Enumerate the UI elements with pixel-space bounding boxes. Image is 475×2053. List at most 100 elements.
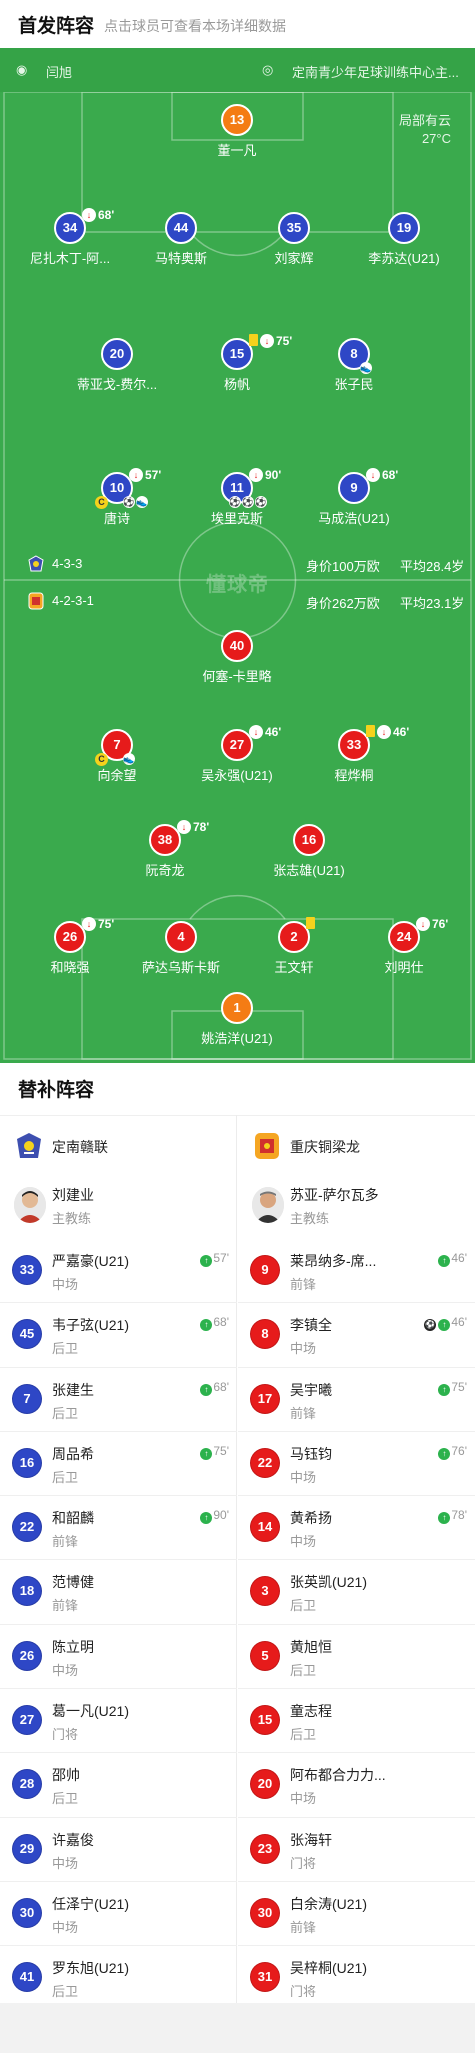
sub-player-row[interactable]: 27 葛一凡(U21) 门将 (0, 1689, 237, 1752)
sub-player-row[interactable]: 9 莱昂纳多-席... 前锋 ↑ 46' (238, 1239, 475, 1302)
player-home-44[interactable]: 44 马特奥斯 (121, 212, 241, 267)
player-position: 前锋 (290, 1405, 317, 1421)
player-number: 45 (12, 1319, 42, 1350)
sub-player-row[interactable]: 31 吴梓桐(U21) 门将 (238, 1946, 475, 2009)
home-team-header[interactable]: 定南赣联 (0, 1115, 237, 1175)
assist-icon: 👟 (136, 496, 148, 508)
player-home-35[interactable]: 35 刘家辉 (234, 212, 354, 267)
event-icons: 👟 (360, 362, 373, 375)
sub-player-row[interactable]: 33 严嘉豪(U21) 中场 ↑ 57' (0, 1239, 237, 1302)
player-name: 张建生 (52, 1381, 94, 1398)
player-number: 29 (12, 1833, 42, 1864)
player-number: 31 (250, 1962, 280, 1993)
player-home-11[interactable]: 11 ↓ 90' ⚽ ⚽ ⚽ 埃里克斯 (177, 468, 297, 527)
player-away-40[interactable]: 40 何塞-卡里略 (177, 630, 297, 685)
avatar (252, 1187, 284, 1223)
player-name: 张英凯(U21) (290, 1574, 368, 1591)
sub-player-row[interactable]: 17 吴宇曦 前锋 ↑ 75' (238, 1368, 475, 1431)
player-home-10[interactable]: 10 ↓ 57' C ⚽ 👟 唐诗 (57, 468, 177, 527)
player-away-16[interactable]: 16 张志雄(U21) (249, 824, 369, 879)
sub-player-row[interactable]: 5 黄旭恒 后卫 (238, 1625, 475, 1688)
player-name: 任泽宁(U21) (52, 1895, 130, 1912)
player-number: 28 (12, 1769, 42, 1800)
sub-in-icon: ↑ (438, 1447, 451, 1460)
player-number: 8 (350, 346, 358, 361)
sub-player-row[interactable]: 26 陈立明 中场 (0, 1625, 237, 1688)
sub-player-row[interactable]: 30 白余涛(U21) 前锋 (238, 1882, 475, 1945)
sub-player-row[interactable]: 18 范博健 前锋 (0, 1560, 237, 1623)
sub-player-row[interactable]: 15 童志程 后卫 (238, 1689, 475, 1752)
sub-player-row[interactable]: 28 邵帅 后卫 (0, 1753, 237, 1816)
sub-player-row[interactable]: 45 韦子弦(U21) 后卫 ↑ 68' (0, 1303, 237, 1366)
player-home-20[interactable]: 20 蒂亚戈-费尔... (57, 338, 177, 393)
player-name: 白余涛(U21) (290, 1895, 368, 1912)
player-away-4[interactable]: 4 萨达乌斯卡斯 (121, 921, 241, 976)
player-away-7[interactable]: 7 C 👟 向余望 (57, 729, 177, 784)
sub-out-badge: ↓ 76' (416, 917, 448, 931)
sub-in-badge: ↑ 68' (200, 1315, 229, 1332)
sub-out-badge: ↓ 46' (366, 725, 409, 739)
sub-player-row[interactable]: 41 罗东旭(U21) 后卫 (0, 1946, 237, 2009)
sub-player-row[interactable]: 29 许嘉俊 中场 (0, 1818, 237, 1881)
coach-role: 主教练 (290, 1211, 330, 1226)
player-away-24[interactable]: 24 ↓ 76' 刘明仕 (344, 917, 464, 976)
player-name: 马钰钧 (290, 1445, 332, 1462)
sub-player-row[interactable]: 14 黄希扬 中场 ↑ 78' (238, 1496, 475, 1559)
player-number: 26 (12, 1640, 42, 1671)
away-formation: 4-2-3-1 (52, 593, 94, 608)
home-coach[interactable]: 刘建业 主教练 (0, 1175, 237, 1239)
sub-in-icon: ↑ (438, 1512, 451, 1525)
player-away-27[interactable]: 27 ↓ 46' 吴永强(U21) (177, 725, 297, 784)
card-badge (306, 917, 317, 931)
player-position: 中场 (52, 1662, 79, 1678)
player-name: 董一凡 (217, 143, 257, 158)
player-number: 16 (293, 824, 325, 856)
player-home-13[interactable]: 13 董一凡 (177, 104, 297, 159)
player-name: 葛一凡(U21) (52, 1703, 130, 1720)
sub-in-icon: ↑ (200, 1255, 213, 1267)
coach-name: 刘建业 (52, 1187, 94, 1203)
player-away-38[interactable]: 38 ↓ 78' 阮奇龙 (105, 820, 225, 879)
sub-player-row[interactable]: 22 马钰钧 中场 ↑ 76' (238, 1432, 475, 1495)
sub-player-row[interactable]: 8 李镇全 中场 ⚽ ↑ 46' (238, 1303, 475, 1366)
player-name: 阿布都合力力... (290, 1767, 386, 1784)
sub-player-row[interactable]: 23 张海轩 门将 (238, 1818, 475, 1881)
player-position: 后卫 (290, 1727, 317, 1743)
home-team-crest-icon (28, 555, 44, 572)
player-home-15[interactable]: 15 ↓ 75' 杨帆 (177, 334, 297, 393)
sub-player-row[interactable]: 3 张英凯(U21) 后卫 (238, 1560, 475, 1623)
sub-in-icon: ↑ (200, 1447, 213, 1460)
whistle-icon: ◉ (16, 62, 28, 77)
away-coach[interactable]: 苏亚-萨尔瓦多 主教练 (238, 1175, 475, 1239)
player-number: 16 (12, 1447, 42, 1478)
player-home-8[interactable]: 8 👟 张子民 (294, 338, 414, 393)
player-name: 和韶麟 (52, 1510, 94, 1527)
player-home-19[interactable]: 19 李苏达(U21) (344, 212, 464, 267)
player-name: 吴永强(U21) (201, 768, 273, 783)
away-team-header[interactable]: 重庆铜梁龙 (238, 1115, 475, 1175)
player-home-34[interactable]: 34 ↓ 68' 尼扎木丁-阿... (10, 208, 130, 267)
player-position: 中场 (52, 1855, 79, 1871)
player-number: 35 (278, 212, 310, 244)
player-number: 15 (229, 346, 245, 361)
sub-player-row[interactable]: 16 周品希 后卫 ↑ 75' (0, 1432, 237, 1495)
sub-in-icon: ↑ (200, 1512, 213, 1525)
player-away-33[interactable]: 33 ↓ 46' 程烨桐 (294, 725, 414, 784)
sub-player-row[interactable]: 30 任泽宁(U21) 中场 (0, 1882, 237, 1945)
player-away-26[interactable]: 26 ↓ 75' 和晓强 (10, 917, 130, 976)
sub-out-badge: ↓ 57' (129, 468, 161, 482)
sub-in-icon: ↑ (200, 1383, 213, 1396)
player-name: 王文轩 (274, 960, 314, 975)
weather-text: 局部有云 (398, 113, 451, 128)
away-sub-list: 9 莱昂纳多-席... 前锋 ↑ 46' 8 李镇全 中场 ⚽ ↑ 46' 17 吴宇曦 前锋 ↑ 75' 22… (238, 1239, 475, 2011)
player-away-1[interactable]: 1 姚浩洋(U21) (177, 992, 297, 1047)
sub-player-row[interactable]: 20 阿布都合力力... 中场 (238, 1753, 475, 1816)
sub-player-row[interactable]: 7 张建生 后卫 ↑ 68' (0, 1368, 237, 1431)
away-team-crest-icon (255, 1133, 279, 1159)
player-away-2[interactable]: 2 王文轩 (234, 917, 354, 976)
sub-out-icon: ↓ (129, 468, 143, 482)
player-position: 中场 (290, 1469, 317, 1485)
sub-player-row[interactable]: 22 和韶麟 前锋 ↑ 90' (0, 1496, 237, 1559)
player-name: 李镇全 (290, 1317, 332, 1334)
player-home-9[interactable]: 9 ↓ 68' 马成浩(U21) (294, 468, 414, 527)
